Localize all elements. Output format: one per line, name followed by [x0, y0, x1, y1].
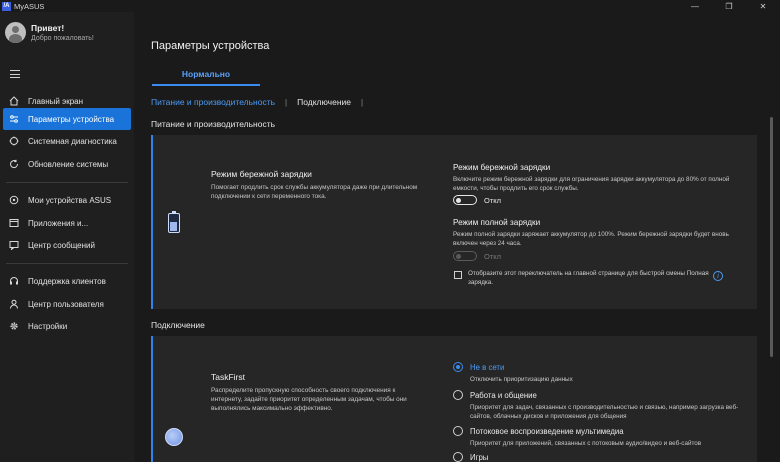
- sidebar-divider: [6, 263, 128, 264]
- radio-label-offline: Не в сети: [470, 363, 505, 372]
- care-mode-title: Режим бережной зарядки: [453, 163, 551, 172]
- radio-label-gaming: Игры: [470, 453, 489, 462]
- devices-icon: [9, 195, 19, 205]
- radio-desc-offline: Отключить приоритизацию данных: [470, 376, 573, 383]
- subtab-separator: |: [285, 97, 288, 107]
- sidebar-item-label: Мои устройства ASUS: [28, 195, 112, 205]
- taskfirst-card: TaskFirst Распределите пропускную способ…: [151, 336, 757, 462]
- refresh-icon: [9, 159, 19, 169]
- main-content: Параметры устройства Нормально Питание и…: [134, 12, 780, 462]
- sidebar-item-label: Обновление системы: [28, 159, 109, 169]
- radio-offline[interactable]: [453, 362, 463, 372]
- subtab-connection[interactable]: Подключение: [297, 97, 351, 107]
- section-title-connection: Подключение: [151, 320, 205, 330]
- sidebar-item-label: Приложения и...: [28, 218, 89, 228]
- minimize-button[interactable]: —: [678, 0, 712, 12]
- battery-care-card: Режим бережной зарядки Помогает продлить…: [151, 135, 757, 309]
- radio-desc-work: Приоритет для задач, связанных с произво…: [470, 404, 739, 420]
- full-charge-state: Откл: [484, 252, 502, 261]
- sidebar-item-settings[interactable]: Настройки: [3, 315, 131, 337]
- sidebar-item-label: Системная диагностика: [28, 136, 117, 146]
- battery-icon: [168, 211, 180, 233]
- gear-icon: [9, 321, 19, 331]
- radio-media-streaming[interactable]: [453, 426, 463, 436]
- sidebar: Привет! Добро пожаловать! Главный экран …: [0, 12, 134, 462]
- headset-icon: [9, 276, 19, 286]
- page-title: Параметры устройства: [151, 40, 270, 52]
- sidebar-item-apps[interactable]: Приложения и...: [3, 212, 131, 234]
- care-mode-state: Откл: [484, 196, 502, 205]
- sidebar-item-user-center[interactable]: Центр пользователя: [3, 293, 131, 315]
- welcome-text: Добро пожаловать!: [31, 35, 94, 42]
- sidebar-item-label: Настройки: [28, 321, 68, 331]
- full-charge-title: Режим полной зарядки: [453, 218, 541, 227]
- sidebar-item-diagnostics[interactable]: Системная диагностика: [3, 130, 131, 152]
- sidebar-item-customer-support[interactable]: Поддержка клиентов: [3, 270, 131, 292]
- radio-label-work: Работа и общение: [470, 391, 537, 400]
- info-icon[interactable]: i: [713, 271, 723, 281]
- sidebar-item-label: Главный экран: [28, 96, 84, 106]
- message-icon: [9, 240, 19, 250]
- greeting: Привет!: [31, 23, 65, 33]
- section-title-power: Питание и производительность: [151, 119, 276, 129]
- avatar[interactable]: [5, 22, 26, 43]
- sidebar-item-label: Параметры устройства: [28, 114, 115, 124]
- radio-work-communication[interactable]: [453, 390, 463, 400]
- card-title: Режим бережной зарядки: [211, 169, 312, 179]
- user-icon: [9, 299, 19, 309]
- radio-gaming[interactable]: [453, 452, 463, 462]
- subtab-separator: |: [361, 97, 364, 107]
- network-globe-icon: [165, 428, 183, 446]
- sidebar-divider: [6, 182, 128, 183]
- tab-underline: [152, 84, 260, 86]
- subtab-power-performance[interactable]: Питание и производительность: [151, 97, 275, 107]
- card-title: TaskFirst: [211, 372, 245, 382]
- sidebar-item-label: Центр пользователя: [28, 299, 104, 309]
- show-on-home-label: Отобразите этот переключатель на главной…: [468, 270, 709, 286]
- show-on-home-checkbox[interactable]: [454, 271, 462, 279]
- sidebar-item-message-center[interactable]: Центр сообщений: [3, 234, 131, 256]
- close-button[interactable]: ✕: [746, 0, 780, 12]
- sidebar-item-device-settings[interactable]: Параметры устройства: [3, 108, 131, 130]
- asus-logo-icon: /A: [2, 1, 11, 11]
- subtab-bar: Питание и производительность | Подключен…: [151, 97, 373, 107]
- radio-desc-media: Приоритет для приложений, связанных с по…: [470, 440, 702, 447]
- title-bar: /A MyASUS — ❐ ✕: [0, 0, 780, 12]
- home-icon: [9, 96, 19, 106]
- user-profile[interactable]: Привет! Добро пожаловать!: [5, 22, 94, 43]
- sidebar-item-label: Центр сообщений: [28, 240, 95, 250]
- diagnostics-icon: [9, 136, 19, 146]
- sidebar-item-my-devices[interactable]: Мои устройства ASUS: [3, 189, 131, 211]
- card-description: Помогает продлить срок службы аккумулято…: [211, 184, 418, 200]
- care-mode-description: Включите режим бережной зарядки для огра…: [453, 176, 730, 192]
- sidebar-item-label: Поддержка клиентов: [28, 276, 106, 286]
- app-title: MyASUS: [14, 1, 45, 11]
- apps-icon: [9, 218, 19, 228]
- tab-normal-mode[interactable]: Нормально: [152, 69, 260, 85]
- full-charge-toggle[interactable]: [453, 251, 477, 261]
- maximize-button[interactable]: ❐: [712, 0, 746, 12]
- sidebar-item-system-update[interactable]: Обновление системы: [3, 153, 131, 175]
- hamburger-menu-icon[interactable]: [10, 70, 20, 78]
- full-charge-description: Режим полной зарядки заряжает аккумулято…: [453, 231, 729, 247]
- card-description: Распределите пропускную способность свое…: [211, 387, 407, 412]
- sliders-icon: [9, 114, 19, 124]
- scrollbar[interactable]: [770, 117, 773, 357]
- care-mode-toggle[interactable]: [453, 195, 477, 205]
- radio-label-media: Потоковое воспроизведение мультимедиа: [470, 427, 624, 436]
